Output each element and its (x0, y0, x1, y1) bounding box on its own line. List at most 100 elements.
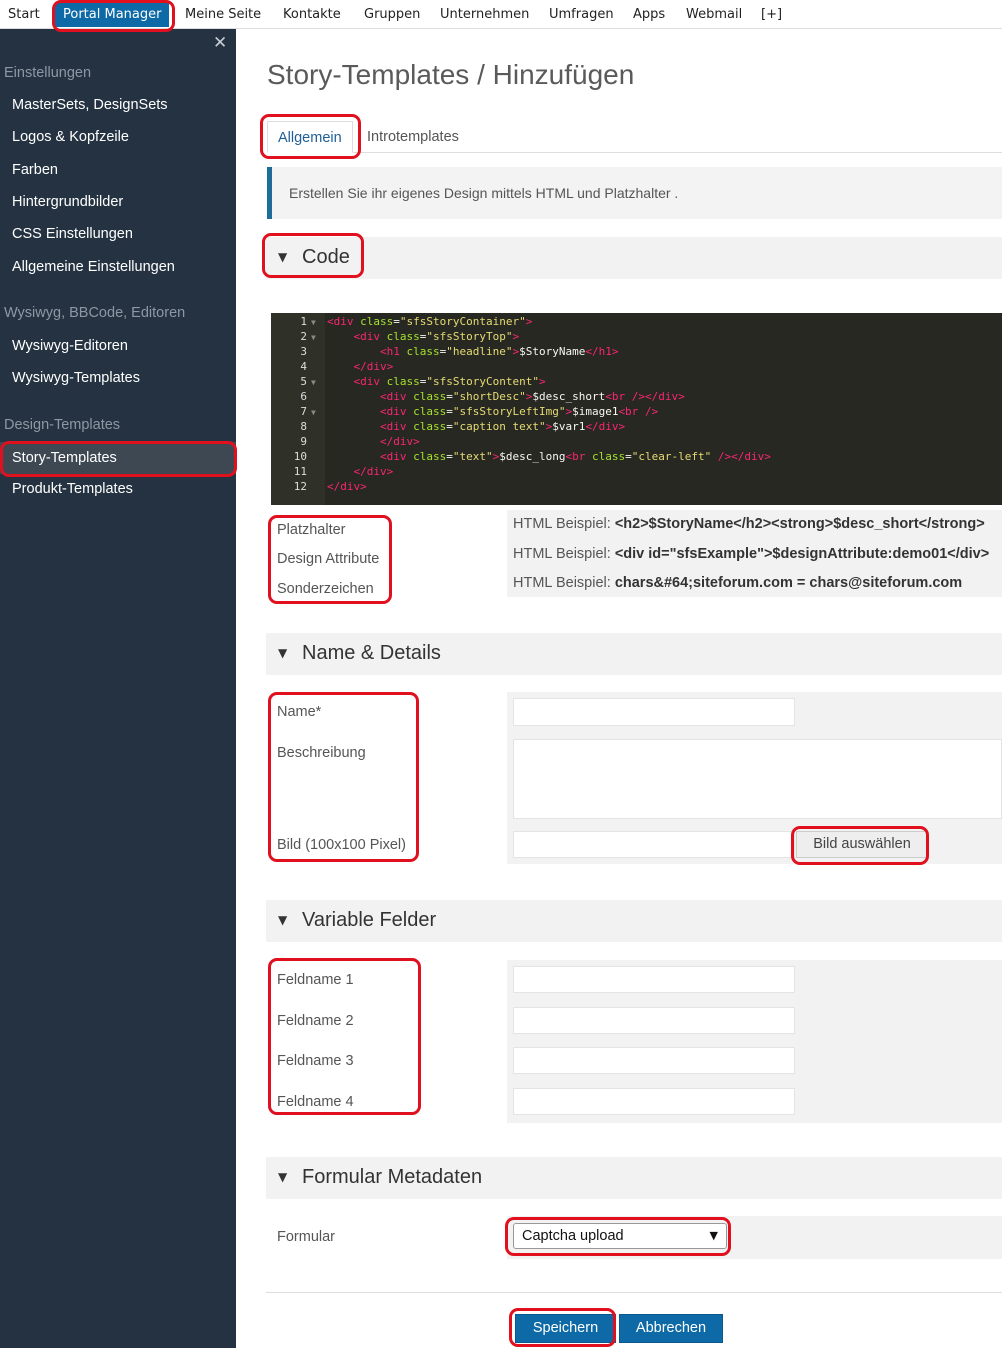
sidebar-item-hintergrundbilder[interactable]: Hintergrundbilder (12, 194, 123, 210)
sidebar-item-wysiwyg-templates[interactable]: Wysiwyg-Templates (12, 370, 140, 386)
nav-kontakte[interactable]: Kontakte (283, 0, 341, 29)
field-label: Feldname 2 (277, 1013, 354, 1029)
sidebar-section-title: Wysiwyg, BBCode, Editoren (4, 305, 186, 321)
sidebar-item-produkt-templates[interactable]: Produkt-Templates (12, 481, 133, 497)
nav-webmail[interactable]: Webmail (686, 0, 742, 29)
design-attribute-label: Design Attribute (277, 551, 380, 567)
code-line: </div> (353, 360, 394, 373)
nav-unternehmen[interactable]: Unternehmen (440, 0, 529, 29)
fold-arrow-icon[interactable]: ▼ (311, 315, 316, 330)
example-prefix: HTML Beispiel: (513, 546, 611, 562)
code-line: <div class="sfsStoryContent"> (353, 375, 546, 388)
form-select-value: Captcha upload (522, 1228, 624, 1244)
sidebar: ✕ Einstellungen MasterSets, DesignSets L… (0, 29, 236, 1348)
nav-meine-seite[interactable]: Meine Seite (185, 0, 261, 29)
section-title: Code (302, 246, 350, 268)
top-navigation: Start Portal Manager Meine Seite Kontakt… (0, 0, 1002, 29)
field-label: Feldname 1 (277, 972, 354, 988)
nav-start[interactable]: Start (8, 0, 40, 29)
section-title: Variable Felder (302, 909, 437, 931)
nav-add[interactable]: [+] (761, 0, 782, 29)
line-number: 10 (293, 450, 307, 463)
code-line: <h1 class="headline">$StoryName</h1> (379, 345, 619, 358)
info-box: Erstellen Sie ihr eigenes Design mittels… (267, 167, 1002, 219)
sidebar-item-story-templates[interactable]: Story-Templates (0, 442, 236, 474)
nav-portal-manager[interactable]: Portal Manager (55, 2, 170, 27)
placeholder-label: Platzhalter (277, 522, 346, 538)
name-label: Name* (277, 704, 322, 720)
field-4-input[interactable] (513, 1088, 795, 1115)
line-number: 3 (300, 345, 307, 358)
page-title: Story-Templates / Hinzufügen (267, 59, 635, 90)
code-line: </div> (327, 480, 367, 493)
section-meta-header[interactable]: ▼ Formular Metadaten (266, 1157, 1002, 1199)
description-label: Beschreibung (277, 745, 366, 761)
fold-arrow-icon[interactable]: ▼ (311, 330, 316, 345)
sidebar-item-mastersets[interactable]: MasterSets, DesignSets (12, 97, 168, 113)
code-line: </div> (379, 435, 420, 448)
chevron-down-icon: ▼ (278, 250, 288, 264)
code-editor[interactable]: 1 ▼ 2 ▼ 3 4 5 ▼ 6 7 ▼ 8 9 10 11 12 <div class="sfsStory… (271, 313, 1002, 505)
close-icon[interactable]: ✕ (213, 33, 227, 53)
chevron-down-icon: ▼ (278, 913, 288, 927)
code-line: <div class="sfsStoryTop"> (353, 330, 520, 343)
cancel-button[interactable]: Abbrechen (619, 1314, 723, 1343)
section-title: Formular Metadaten (302, 1166, 483, 1188)
sidebar-item-css[interactable]: CSS Einstellungen (12, 226, 133, 242)
line-number: 11 (293, 465, 307, 478)
line-number: 9 (300, 435, 307, 448)
example-prefix: HTML Beispiel: (513, 516, 611, 532)
sidebar-section-title: Design-Templates (4, 417, 121, 433)
sidebar-item-logos[interactable]: Logos & Kopfzeile (12, 129, 129, 145)
description-textarea[interactable] (513, 739, 1002, 819)
tab-bar: Allgemein Introtemplates (267, 121, 1002, 153)
form-label: Formular (277, 1229, 336, 1245)
example-line: HTML Beispiel: <h2>$StoryName</h2><stron… (513, 516, 985, 532)
sidebar-section-title: Einstellungen (4, 65, 92, 81)
line-gutter: 1 ▼ 2 ▼ 3 4 5 ▼ 6 7 ▼ 8 9 10 11 12 (271, 313, 325, 505)
example-line: HTML Beispiel: <div id="sfsExample">$des… (513, 546, 989, 562)
field-2-input[interactable] (513, 1007, 795, 1034)
image-label: Bild (100x100 Pixel) (277, 837, 406, 853)
field-label: Feldname 4 (277, 1094, 354, 1110)
field-3-input[interactable] (513, 1047, 795, 1074)
code-line: <div class="sfsStoryContainer"> (327, 315, 533, 328)
line-number: 7 (300, 405, 307, 418)
fold-arrow-icon[interactable]: ▼ (311, 405, 316, 420)
special-chars-label: Sonderzeichen (277, 581, 374, 597)
chevron-down-icon: ▼ (709, 1229, 718, 1242)
choose-image-button[interactable]: Bild auswählen (796, 831, 928, 858)
image-path-field[interactable] (513, 831, 795, 858)
sidebar-item-farben[interactable]: Farben (12, 162, 58, 178)
line-number: 5 (300, 375, 307, 388)
code-line: <div class="caption text">$var1</div> (379, 420, 626, 433)
nav-umfragen[interactable]: Umfragen (549, 0, 614, 29)
sidebar-item-allgemeine[interactable]: Allgemeine Einstellungen (12, 259, 175, 275)
line-number: 1 (300, 315, 307, 328)
fold-arrow-icon[interactable]: ▼ (311, 375, 316, 390)
example-prefix: HTML Beispiel: (513, 575, 611, 591)
nav-apps[interactable]: Apps (633, 0, 665, 29)
save-button[interactable]: Speichern (515, 1314, 616, 1343)
chevron-down-icon: ▼ (278, 1170, 288, 1184)
code-line: </div> (353, 465, 394, 478)
sidebar-item-wysiwyg-editoren[interactable]: Wysiwyg-Editoren (12, 338, 128, 354)
divider (266, 1292, 1002, 1293)
example-line: HTML Beispiel: chars&#64;siteforum.com =… (513, 575, 962, 591)
nav-gruppen[interactable]: Gruppen (364, 0, 420, 29)
line-number: 12 (293, 480, 307, 493)
example-code: <h2>$StoryName</h2><strong>$desc_short</… (614, 516, 985, 532)
section-details-header[interactable]: ▼ Name & Details (266, 633, 1002, 675)
code-line: <div class="text">$desc_long<br class="c… (379, 450, 771, 463)
example-code: chars&#64;siteforum.com = chars@siteforu… (614, 575, 963, 591)
field-1-input[interactable] (513, 966, 795, 993)
tab-introtemplates[interactable]: Introtemplates (357, 121, 469, 153)
code-line: <div class="sfsStoryLeftImg">$image1<br … (379, 405, 659, 418)
section-code-header[interactable]: ▼ Code (266, 237, 1002, 279)
tab-allgemein[interactable]: Allgemein (267, 121, 353, 153)
chevron-down-icon: ▼ (278, 646, 288, 660)
section-variables-header[interactable]: ▼ Variable Felder (266, 900, 1002, 942)
example-code: <div id="sfsExample">$designAttribute:de… (614, 546, 990, 562)
name-field[interactable] (513, 698, 795, 726)
form-select[interactable]: Captcha upload ▼ (513, 1223, 727, 1249)
